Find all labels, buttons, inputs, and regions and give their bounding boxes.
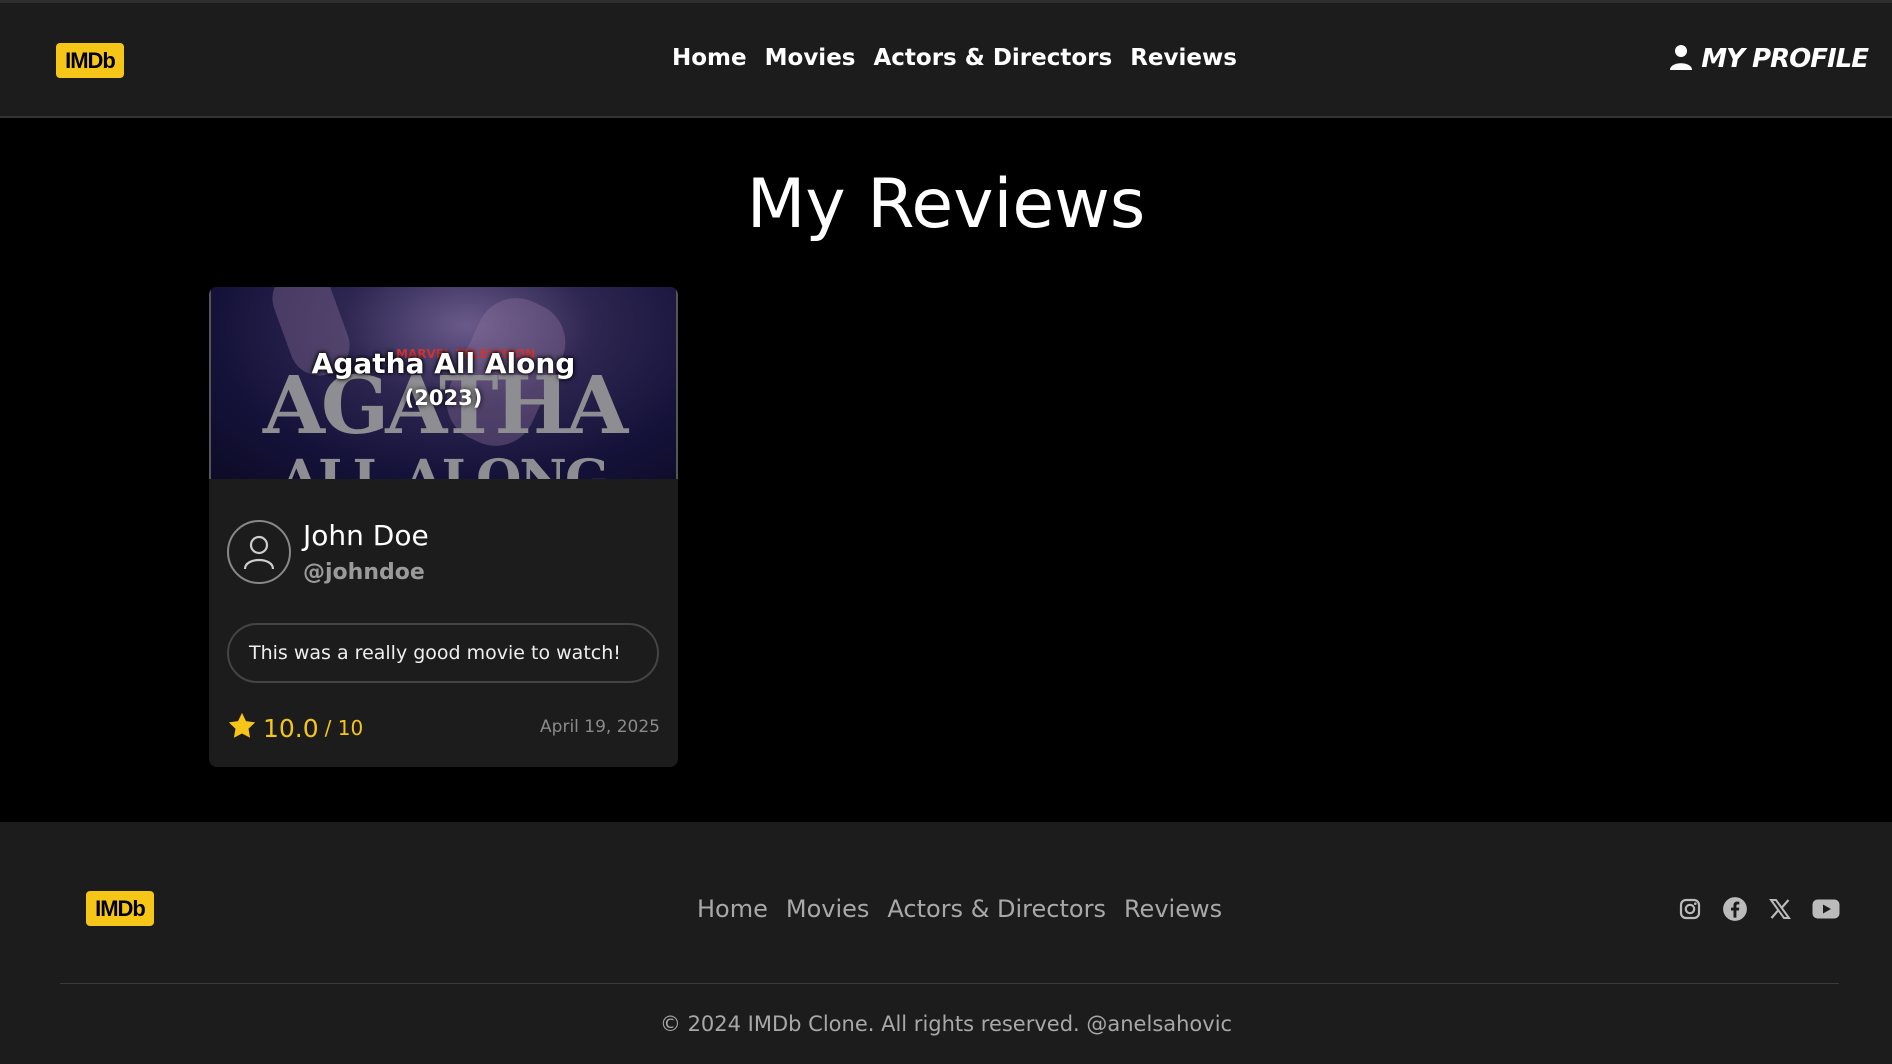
reviewer-name: John Doe: [303, 519, 429, 552]
review-author: John Doe @johndoe: [227, 519, 429, 585]
social-links: [1678, 896, 1840, 922]
main-nav: Home Movies Actors & Directors Reviews: [672, 45, 1237, 71]
x-icon[interactable]: [1768, 897, 1792, 921]
site-footer: IMDb Home Movies Actors & Directors Revi…: [0, 822, 1892, 1064]
footer-imdb-logo[interactable]: IMDb: [86, 891, 154, 926]
reviewer-handle: @johndoe: [303, 560, 425, 585]
poster-subtitle-art: ALL ALONG: [211, 449, 676, 479]
nav-home[interactable]: Home: [672, 45, 747, 71]
copyright-text: © 2024 IMDb Clone. All rights reserved. …: [659, 1012, 1233, 1036]
nav-actors-directors[interactable]: Actors & Directors: [873, 45, 1112, 71]
review-date: April 19, 2025: [540, 717, 660, 737]
review-rating: 10.0 / 10: [227, 711, 363, 745]
rating-max: / 10: [324, 716, 364, 740]
star-icon: [227, 711, 257, 745]
youtube-icon[interactable]: [1812, 898, 1840, 920]
facebook-icon[interactable]: [1722, 896, 1748, 922]
footer-nav-movies[interactable]: Movies: [786, 895, 870, 923]
review-card[interactable]: MARVEL TELEVISION AGATHA ALL ALONG Agath…: [209, 287, 678, 767]
site-header: IMDb Home Movies Actors & Directors Revi…: [0, 0, 1892, 118]
my-profile-button[interactable]: MY PROFILE: [1669, 44, 1869, 74]
footer-nav-actors-directors[interactable]: Actors & Directors: [887, 895, 1106, 923]
footer-divider: [60, 983, 1839, 984]
imdb-logo[interactable]: IMDb: [56, 43, 124, 78]
rating-value: 10.0: [263, 713, 319, 743]
footer-nav-reviews[interactable]: Reviews: [1124, 895, 1222, 923]
avatar: [227, 520, 291, 584]
page-title: My Reviews: [746, 165, 1146, 244]
my-profile-label: MY PROFILE: [1701, 44, 1869, 74]
footer-nav: Home Movies Actors & Directors Reviews: [697, 895, 1222, 923]
banner-overlay: Agatha All Along (2023): [211, 347, 676, 410]
nav-movies[interactable]: Movies: [765, 45, 856, 71]
instagram-icon[interactable]: [1678, 897, 1702, 921]
movie-banner[interactable]: MARVEL TELEVISION AGATHA ALL ALONG Agath…: [209, 287, 678, 479]
user-icon: [1669, 44, 1693, 74]
footer-nav-home[interactable]: Home: [697, 895, 768, 923]
movie-year: (2023): [404, 386, 483, 410]
movie-title: Agatha All Along: [311, 347, 576, 380]
user-outline-icon: [243, 535, 275, 570]
review-text: This was a really good movie to watch!: [227, 623, 659, 683]
nav-reviews[interactable]: Reviews: [1130, 45, 1237, 71]
